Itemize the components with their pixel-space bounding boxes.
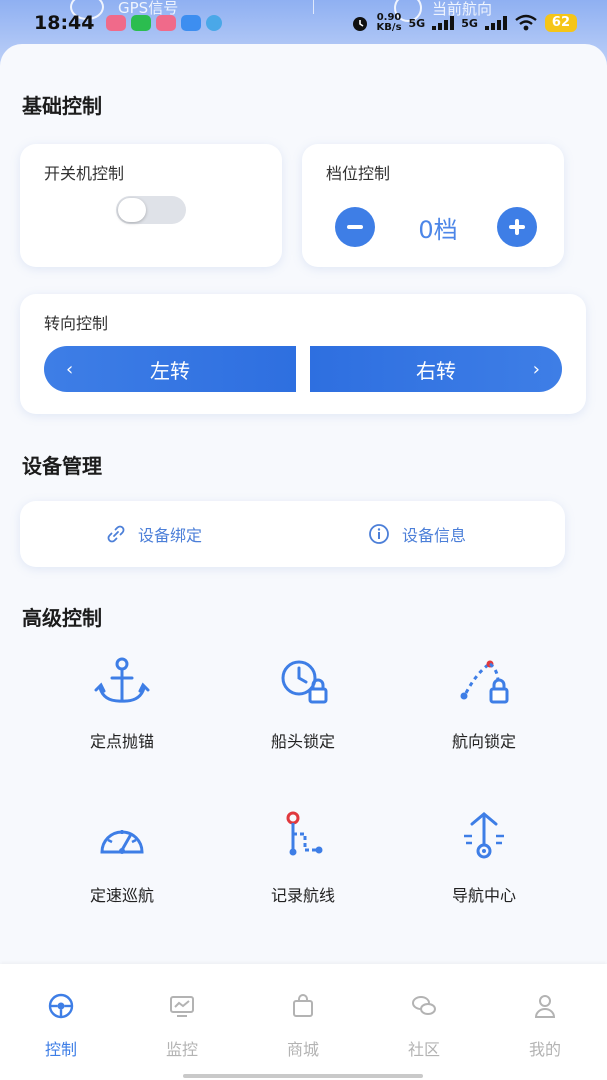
gear-decrease-button[interactable]	[335, 207, 375, 247]
record-route-control[interactable]: 记录航线	[223, 810, 383, 906]
signal-5g-2: 5G	[461, 16, 478, 30]
tab-monitor-label: 监控	[165, 1040, 198, 1059]
info-icon	[369, 524, 389, 544]
gear-increase-button[interactable]	[497, 207, 537, 247]
cruise-control[interactable]: 定速巡航	[42, 810, 202, 906]
anchor-label: 定点抛锚	[89, 732, 154, 751]
turn-right-label: 右转	[416, 358, 456, 383]
navigation-center-control[interactable]: 导航中心	[404, 810, 564, 906]
signal-bars-icon	[432, 16, 455, 30]
device-info-link[interactable]: 设备信息	[368, 501, 466, 567]
shopping-bag-icon	[293, 994, 313, 1017]
anchor-icon	[94, 657, 150, 703]
steering-control-title: 转向控制	[44, 314, 109, 333]
signal-5g-1: 5G	[408, 16, 426, 30]
toggle-knob	[118, 198, 146, 222]
device-bind-label: 设备绑定	[138, 526, 203, 545]
notification-icons	[106, 15, 223, 31]
device-bind-link[interactable]: 设备绑定	[106, 501, 202, 567]
tab-community[interactable]: 社区	[384, 992, 464, 1060]
steering-wheel-icon	[48, 993, 74, 1019]
power-control-card: 开关机控制	[20, 144, 282, 267]
gear-value: 0档	[418, 216, 458, 244]
bow-lock-label: 船头锁定	[270, 732, 335, 751]
home-indicator[interactable]	[183, 1074, 423, 1078]
app-notification-icon	[181, 15, 202, 31]
device-management-card: 设备绑定 设备信息	[20, 501, 565, 567]
app-notification-icon	[156, 15, 177, 31]
turn-left-button[interactable]: ‹ 左转	[44, 346, 296, 392]
monitor-icon	[170, 996, 194, 1017]
heading-lock-control[interactable]: 航向锁定	[404, 656, 564, 752]
tab-control-label: 控制	[44, 1040, 77, 1059]
record-route-label: 记录航线	[270, 886, 335, 905]
advanced-control-title: 高级控制	[22, 606, 102, 630]
tab-shop-label: 商城	[286, 1040, 319, 1059]
gear-control-card: 档位控制 0档	[302, 144, 564, 267]
status-bar: 18:44 0.90 KB/s 5G 5G 62	[0, 0, 607, 46]
tab-control[interactable]: 控制	[21, 992, 101, 1060]
navigation-center-label: 导航中心	[451, 886, 516, 905]
turn-right-button[interactable]: 右转 ›	[310, 346, 562, 392]
tab-shop[interactable]: 商城	[263, 992, 343, 1060]
power-toggle[interactable]	[116, 196, 186, 224]
power-control-title: 开关机控制	[44, 164, 125, 183]
basic-control-title: 基础控制	[22, 94, 102, 118]
wechat-icon	[131, 15, 152, 31]
speedometer-icon	[100, 830, 144, 854]
bottom-tab-bar: 控制 监控 商城 社区 我的	[0, 964, 607, 1080]
app-notification-icon	[206, 15, 223, 31]
clock-lock-icon	[281, 660, 328, 704]
plus-icon	[509, 219, 525, 235]
anchor-control[interactable]: 定点抛锚	[42, 656, 202, 752]
route-lock-icon	[460, 660, 509, 704]
alarm-icon	[352, 17, 367, 31]
navigation-icon	[464, 812, 504, 859]
tab-community-label: 社区	[407, 1040, 440, 1059]
user-icon	[534, 995, 556, 1018]
device-info-label: 设备信息	[402, 526, 467, 545]
heading-lock-label: 航向锁定	[451, 732, 516, 751]
link-icon	[107, 525, 125, 543]
gear-control-title: 档位控制	[326, 164, 391, 183]
battery-indicator: 62	[544, 14, 577, 32]
wifi-icon	[515, 14, 537, 31]
app-notification-icon	[106, 15, 127, 31]
chat-bubbles-icon	[412, 996, 436, 1015]
tab-profile-label: 我的	[528, 1040, 561, 1059]
turn-left-label: 左转	[150, 358, 190, 383]
device-management-title: 设备管理	[22, 454, 102, 478]
tab-monitor[interactable]: 监控	[142, 992, 222, 1060]
minus-icon	[347, 225, 363, 229]
tab-profile[interactable]: 我的	[505, 992, 585, 1060]
signal-bars-icon	[484, 16, 507, 30]
cruise-label: 定速巡航	[89, 886, 154, 905]
steering-control-card: 转向控制 ‹ 左转 右转 ›	[20, 294, 586, 414]
control-sheet: 基础控制 开关机控制 档位控制 0档 转向控制 ‹ 左转 右转 › 设备管理 设…	[0, 44, 607, 964]
status-indicators: 0.90 KB/s 5G 5G 62	[350, 13, 577, 33]
bow-lock-control[interactable]: 船头锁定	[223, 656, 383, 752]
chevron-left-icon: ‹	[66, 358, 74, 380]
network-speed: 0.90 KB/s	[376, 12, 402, 33]
route-record-icon	[286, 811, 323, 856]
chevron-right-icon: ›	[532, 358, 540, 380]
status-time: 18:44	[34, 12, 95, 34]
